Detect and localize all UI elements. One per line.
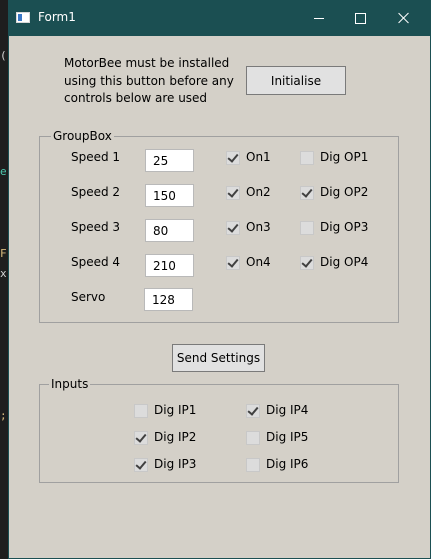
- speed2-input[interactable]: 150: [145, 184, 194, 207]
- form-client-area: MotorBee must be installed using this bu…: [9, 36, 430, 558]
- on1-checkbox[interactable]: [226, 151, 240, 165]
- dig-op3-checkbox[interactable]: [300, 221, 314, 235]
- dig-ip4-checkbox[interactable]: [246, 404, 260, 418]
- info-text: MotorBee must be installed using this bu…: [64, 56, 234, 105]
- speed4-label: Speed 4: [71, 255, 121, 269]
- send-settings-button[interactable]: Send Settings: [172, 344, 265, 372]
- maximize-button[interactable]: [337, 0, 383, 36]
- on4-checkbox[interactable]: [226, 256, 240, 270]
- on4-label[interactable]: On4: [246, 255, 271, 269]
- dig-ip4-label[interactable]: Dig IP4: [266, 403, 308, 417]
- background-editor-strip: ( e F x ;: [0, 0, 8, 559]
- dig-ip2-checkbox[interactable]: [134, 431, 148, 445]
- app-icon[interactable]: [16, 12, 30, 23]
- close-icon: [398, 12, 410, 24]
- on2-checkbox[interactable]: [226, 186, 240, 200]
- dig-ip5-label[interactable]: Dig IP5: [266, 430, 308, 444]
- speed4-input[interactable]: 210: [145, 254, 194, 277]
- inputs-groupbox-label: Inputs: [49, 377, 91, 391]
- editor-glyph: x: [0, 267, 7, 280]
- dig-op4-label[interactable]: Dig OP4: [320, 255, 368, 269]
- on3-checkbox[interactable]: [226, 221, 240, 235]
- dig-op4-checkbox[interactable]: [300, 256, 314, 270]
- editor-glyph: (: [0, 49, 7, 62]
- window-title: Form1: [38, 10, 76, 24]
- dig-op1-checkbox[interactable]: [300, 151, 314, 165]
- initialise-button[interactable]: Initialise: [246, 66, 346, 95]
- servo-label: Servo: [71, 290, 106, 304]
- dig-op2-checkbox[interactable]: [300, 186, 314, 200]
- minimize-button[interactable]: [296, 0, 342, 36]
- speed2-label: Speed 2: [71, 185, 121, 199]
- dig-ip1-checkbox[interactable]: [134, 404, 148, 418]
- groupbox-main: GroupBox Speed 1 25 On1 Dig OP1 Speed 2 …: [39, 129, 399, 323]
- dig-op1-label[interactable]: Dig OP1: [320, 150, 368, 164]
- dig-ip5-checkbox[interactable]: [246, 431, 260, 445]
- dig-ip6-label[interactable]: Dig IP6: [266, 457, 308, 471]
- close-button[interactable]: [381, 0, 427, 36]
- form-window: Form1 MotorBee must be installed using t…: [8, 0, 431, 559]
- groupbox-label: GroupBox: [51, 129, 114, 143]
- editor-glyph: e: [0, 165, 7, 178]
- servo-input[interactable]: 128: [144, 288, 193, 311]
- dig-ip6-checkbox[interactable]: [246, 458, 260, 472]
- dig-ip3-checkbox[interactable]: [134, 458, 148, 472]
- speed3-input[interactable]: 80: [145, 219, 194, 242]
- dig-op3-label[interactable]: Dig OP3: [320, 220, 368, 234]
- title-bar[interactable]: Form1: [8, 0, 431, 36]
- maximize-icon: [354, 12, 366, 24]
- on1-label[interactable]: On1: [246, 150, 271, 164]
- dig-ip2-label[interactable]: Dig IP2: [154, 430, 196, 444]
- speed1-input[interactable]: 25: [145, 149, 194, 172]
- editor-glyph: F: [0, 247, 7, 260]
- editor-glyph: ;: [0, 409, 7, 422]
- speed1-label: Speed 1: [71, 150, 121, 164]
- minimize-icon: [314, 17, 324, 19]
- on2-label[interactable]: On2: [246, 185, 271, 199]
- on3-label[interactable]: On3: [246, 220, 271, 234]
- speed3-label: Speed 3: [71, 220, 121, 234]
- groupbox-inputs: Inputs Dig IP1 Dig IP2 Dig IP3 Dig IP4 D…: [39, 377, 399, 483]
- dig-ip1-label[interactable]: Dig IP1: [154, 403, 196, 417]
- dig-op2-label[interactable]: Dig OP2: [320, 185, 368, 199]
- dig-ip3-label[interactable]: Dig IP3: [154, 457, 196, 471]
